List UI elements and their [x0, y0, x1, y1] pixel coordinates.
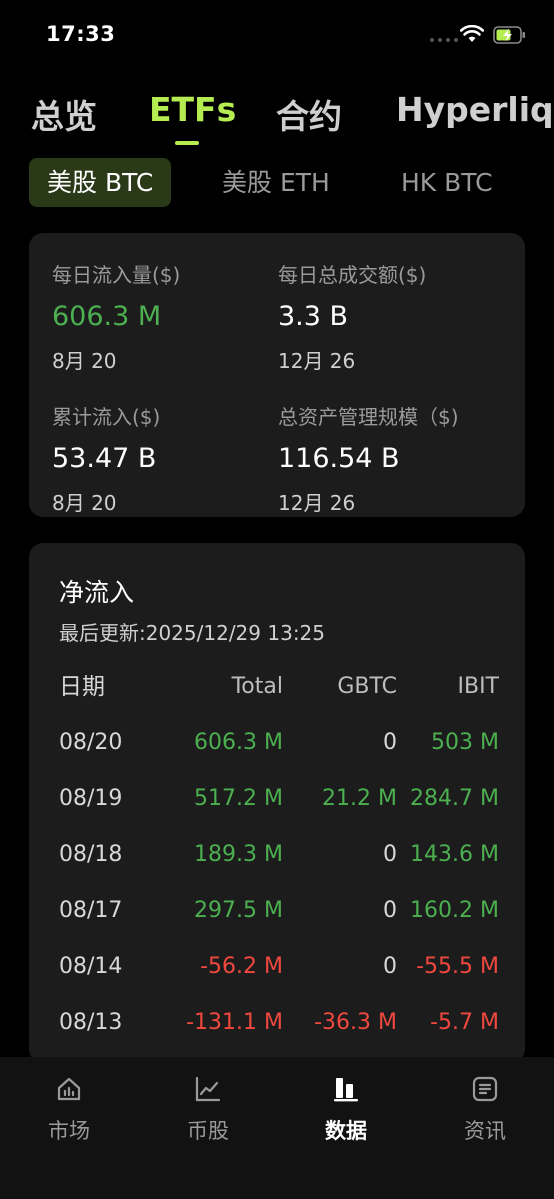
net-flow-title: 净流入 — [59, 578, 135, 607]
cell-total: 606.3 M — [194, 730, 283, 755]
stat-date: 8月 20 — [52, 491, 117, 515]
cell-date: 08/13 — [59, 1010, 123, 1035]
battery-charging-icon — [493, 26, 525, 44]
cell-total: -131.1 M — [186, 1010, 283, 1035]
cell-total: 297.5 M — [194, 898, 283, 923]
subtab-us-btc[interactable]: 美股 BTC — [29, 158, 172, 207]
header-total: Total — [231, 674, 283, 699]
table-row[interactable]: 08/18 189.3 M 0 143.6 M — [29, 827, 525, 883]
nav-label: 数据 — [325, 1119, 367, 1143]
nav-news[interactable]: 资讯 — [435, 1069, 535, 1145]
table-row[interactable]: 08/14 -56.2 M 0 -55.5 M — [29, 939, 525, 995]
stat-value: 116.54 B — [278, 443, 400, 474]
status-bar: 17:33 — [0, 0, 554, 70]
active-tab-indicator — [175, 141, 199, 145]
cell-gbtc: -36.3 M — [314, 1010, 397, 1035]
cell-ibit: 503 M — [431, 730, 499, 755]
cell-gbtc: 0 — [383, 842, 397, 867]
nav-label: 资讯 — [464, 1119, 506, 1143]
stat-value: 606.3 M — [52, 301, 162, 332]
table-header: 日期 Total GBTC IBIT — [29, 659, 525, 715]
stat-cumulative-inflow: 累计流入($) 53.47 B 8月 20 — [52, 401, 160, 516]
table-row[interactable]: 08/20 606.3 M 0 503 M — [29, 715, 525, 771]
cell-total: 189.3 M — [194, 842, 283, 867]
stat-date: 12月 26 — [278, 491, 356, 515]
cell-gbtc: 0 — [383, 954, 397, 979]
summary-card: 每日流入量($) 606.3 M 8月 20 每日总成交额($) 3.3 B 1… — [29, 233, 525, 517]
cell-gbtc: 0 — [383, 898, 397, 923]
table-row[interactable]: 08/19 517.2 M 21.2 M 284.7 M — [29, 771, 525, 827]
top-tab-bar: 总览 ETFs 合约 Hyperliquid — [0, 90, 554, 140]
bar-chart-icon — [334, 1078, 358, 1102]
cell-gbtc: 0 — [383, 730, 397, 755]
stat-daily-volume: 每日总成交额($) 3.3 B 12月 26 — [278, 259, 426, 374]
news-icon — [472, 1076, 498, 1102]
header-gbtc: GBTC — [337, 674, 397, 699]
stat-label: 每日流入量($) — [52, 263, 181, 287]
cell-total: 517.2 M — [194, 786, 283, 811]
header-date: 日期 — [59, 674, 105, 700]
stat-date: 8月 20 — [52, 349, 117, 373]
tab-contracts[interactable]: 合约 — [276, 90, 342, 138]
market-icon — [57, 1077, 81, 1101]
stat-value: 3.3 B — [278, 301, 349, 332]
tab-hyperliquid[interactable]: Hyperliquid — [396, 90, 554, 129]
subtab-hk-btc[interactable]: HK BTC — [383, 158, 511, 207]
nav-market[interactable]: 市场 — [19, 1069, 119, 1145]
line-chart-icon — [195, 1076, 221, 1102]
last-updated: 最后更新:2025/12/29 13:25 — [59, 621, 326, 645]
table-row[interactable]: 08/17 297.5 M 0 160.2 M — [29, 883, 525, 939]
cell-total: -56.2 M — [200, 954, 283, 979]
cell-date: 08/14 — [59, 954, 123, 979]
net-flow-card: 净流入 最后更新:2025/12/29 13:25 日期 Total GBTC … — [29, 543, 525, 1063]
cell-ibit: -5.7 M — [430, 1010, 499, 1035]
nav-coin-stocks[interactable]: 币股 — [158, 1069, 258, 1145]
net-flow-table[interactable]: 日期 Total GBTC IBIT 08/20 606.3 M 0 503 M 08/… — [29, 659, 525, 1063]
header-ibit: IBIT — [457, 674, 499, 699]
sub-tab-bar: 美股 BTC 美股 ETH HK BTC — [0, 158, 554, 208]
cell-date: 08/17 — [59, 898, 123, 923]
cell-date: 08/20 — [59, 730, 123, 755]
stat-date: 12月 26 — [278, 349, 356, 373]
subtab-us-eth[interactable]: 美股 ETH — [204, 158, 348, 207]
cellular-signal-icon — [430, 38, 458, 42]
bottom-nav: 市场 币股 数据 资讯 — [0, 1057, 554, 1199]
wifi-icon — [460, 25, 484, 42]
nav-label: 币股 — [187, 1119, 229, 1143]
nav-label: 市场 — [48, 1119, 90, 1143]
cell-date: 08/19 — [59, 786, 123, 811]
cell-date: 08/18 — [59, 842, 123, 867]
cell-ibit: 160.2 M — [410, 898, 499, 923]
stat-label: 累计流入($) — [52, 405, 161, 429]
nav-data[interactable]: 数据 — [296, 1069, 396, 1145]
stat-daily-inflow: 每日流入量($) 606.3 M 8月 20 — [52, 259, 180, 374]
stat-aum: 总资产管理规模（$) 116.54 B 12月 26 — [278, 401, 459, 516]
cell-ibit: -55.5 M — [416, 954, 499, 979]
table-row[interactable]: 08/13 -131.1 M -36.3 M -5.7 M — [29, 995, 525, 1051]
cell-ibit: 143.6 M — [410, 842, 499, 867]
stat-label: 每日总成交额($) — [278, 263, 427, 287]
cell-gbtc: 21.2 M — [322, 786, 397, 811]
cell-ibit: 284.7 M — [410, 786, 499, 811]
tab-etfs[interactable]: ETFs — [149, 90, 236, 129]
tab-overview[interactable]: 总览 — [31, 90, 97, 138]
status-time: 17:33 — [46, 22, 116, 46]
stat-label: 总资产管理规模（$) — [278, 405, 459, 429]
stat-value: 53.47 B — [52, 443, 157, 474]
